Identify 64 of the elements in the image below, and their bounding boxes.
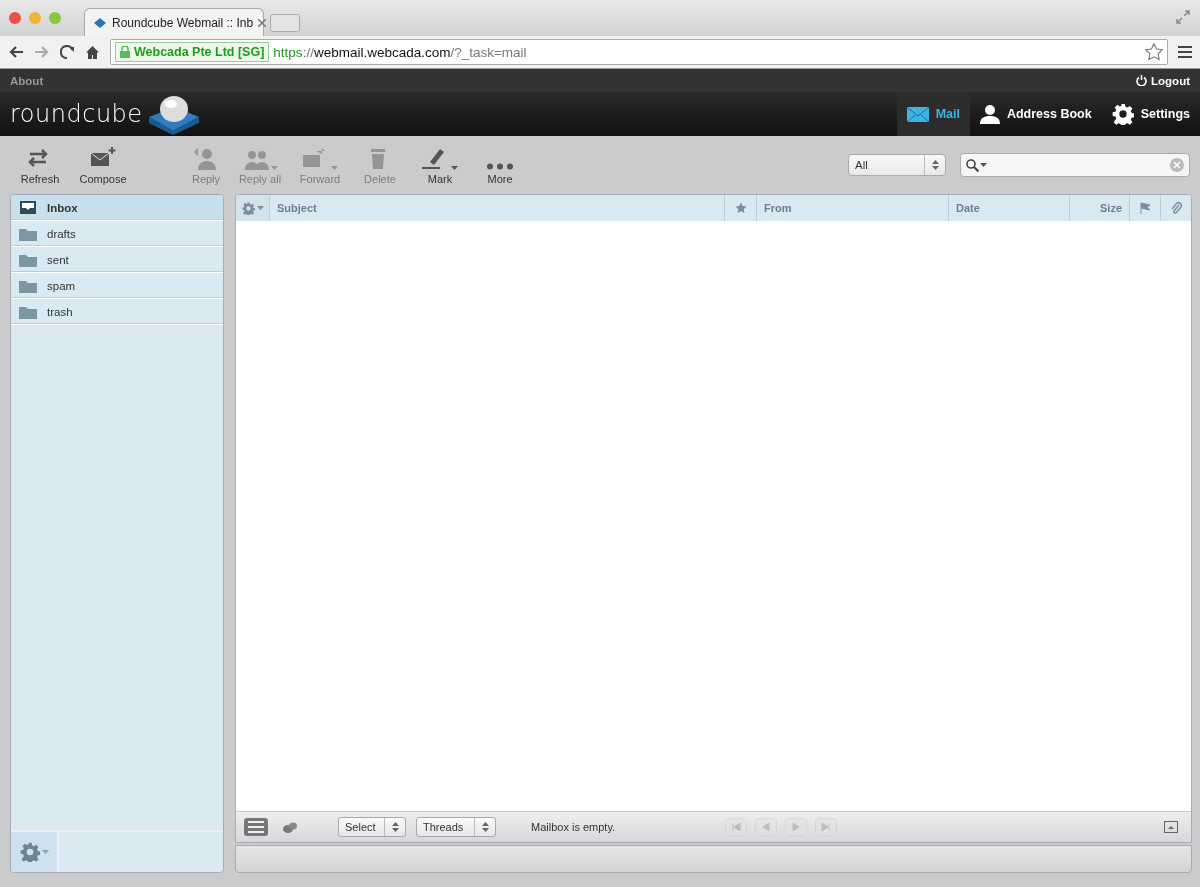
caret-icon bbox=[41, 850, 49, 854]
cube-logo-icon bbox=[146, 93, 201, 135]
updown-icon bbox=[931, 160, 939, 170]
last-page-icon bbox=[820, 821, 832, 833]
browser-tab[interactable]: Roundcube Webmail :: Inb bbox=[84, 8, 264, 36]
list-view-button[interactable] bbox=[244, 818, 268, 836]
home-icon[interactable] bbox=[85, 44, 100, 60]
search-field[interactable] bbox=[960, 153, 1190, 177]
flag-icon bbox=[1139, 202, 1151, 214]
caret-icon bbox=[980, 163, 987, 167]
select-dropdown[interactable]: Select bbox=[338, 817, 406, 837]
toolbar-button[interactable]: Refresh bbox=[10, 141, 70, 189]
first-page-icon bbox=[730, 821, 742, 833]
folder-actions-button[interactable] bbox=[11, 832, 59, 872]
clear-icon[interactable] bbox=[1170, 158, 1184, 172]
updown-icon bbox=[481, 822, 489, 832]
folder-icon bbox=[19, 252, 37, 267]
speech-bubbles-icon bbox=[283, 821, 297, 833]
updown-icon bbox=[391, 822, 399, 832]
forward-icon[interactable] bbox=[34, 45, 50, 59]
inbox-tray-icon bbox=[19, 200, 37, 215]
logo-text: roundcube bbox=[10, 100, 143, 128]
nav-tab[interactable]: Settings bbox=[1101, 92, 1200, 136]
gear-icon bbox=[241, 201, 255, 215]
folder-icon bbox=[19, 226, 37, 241]
nav-tab[interactable]: Address Book bbox=[969, 92, 1102, 136]
search-icon bbox=[966, 158, 979, 172]
toolbar-button[interactable]: Mark bbox=[410, 141, 470, 189]
dots-icon bbox=[486, 163, 514, 170]
close-icon[interactable] bbox=[258, 18, 267, 27]
gear-icon bbox=[1111, 103, 1134, 125]
caret-icon bbox=[256, 206, 264, 210]
filter-select[interactable]: All bbox=[848, 154, 946, 176]
about-link[interactable]: About bbox=[10, 74, 44, 87]
address-bar[interactable]: Webcada Pte Ltd [SG] https://webmail.webcada.com/?_task=mail bbox=[110, 39, 1168, 65]
power-icon bbox=[1136, 75, 1148, 86]
fullscreen-icon[interactable] bbox=[1176, 10, 1190, 24]
list-icon bbox=[248, 821, 264, 833]
menu-icon[interactable] bbox=[1178, 46, 1192, 58]
next-icon bbox=[790, 821, 802, 833]
folder-item[interactable]: Inbox bbox=[11, 195, 223, 221]
gear-icon bbox=[19, 842, 40, 862]
folder-icon bbox=[19, 278, 37, 293]
window-controls-icon[interactable] bbox=[8, 11, 64, 25]
toolbar-button[interactable]: More bbox=[470, 141, 530, 189]
url-text: https://webmail.webcada.com/?_task=mail bbox=[273, 44, 527, 60]
previous-icon bbox=[760, 821, 772, 833]
star-icon bbox=[734, 202, 747, 214]
logout-link[interactable]: Logout bbox=[1136, 74, 1190, 87]
star-icon[interactable] bbox=[1145, 43, 1163, 61]
status-text: Mailbox is empty. bbox=[531, 821, 617, 833]
folder-icon bbox=[19, 304, 37, 319]
reload-icon[interactable] bbox=[60, 44, 75, 60]
panel-up-icon bbox=[1164, 821, 1178, 833]
padlock-icon bbox=[120, 46, 130, 58]
toolbar-button[interactable]: Compose bbox=[70, 141, 136, 189]
nav-tab[interactable]: Mail bbox=[896, 92, 970, 136]
threads-dropdown[interactable]: Threads bbox=[416, 817, 496, 837]
back-icon[interactable] bbox=[8, 45, 24, 59]
person-icon bbox=[979, 104, 1000, 124]
envelope-icon bbox=[906, 106, 929, 122]
list-options-button[interactable] bbox=[241, 201, 264, 215]
paperclip-icon bbox=[1170, 201, 1182, 215]
new-tab-button[interactable] bbox=[270, 14, 300, 32]
